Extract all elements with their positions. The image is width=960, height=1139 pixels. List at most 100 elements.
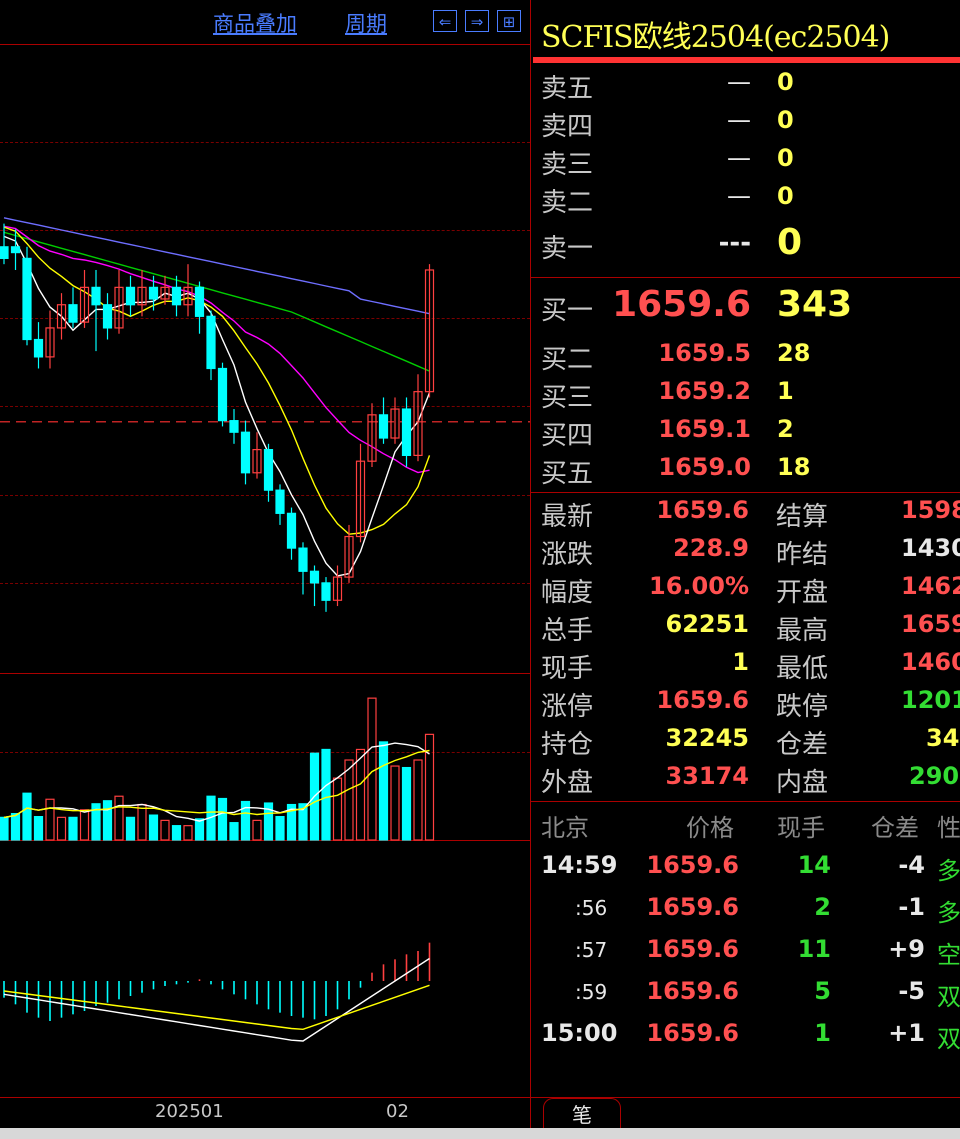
bid-label: 买二: [541, 345, 594, 375]
tick-type: 双: [937, 983, 960, 1011]
candle-body: [401, 408, 412, 457]
bid-price: 1659.6: [612, 284, 751, 325]
stat-value: 1659.6: [656, 686, 749, 714]
overlay-link[interactable]: 商品叠加: [213, 8, 297, 38]
tick-header-volume: 现手: [777, 814, 825, 842]
volume-bar: [229, 822, 239, 841]
window-toggle-icon[interactable]: ⊞: [497, 10, 521, 32]
candle-body: [206, 315, 216, 370]
volume-chart[interactable]: [0, 674, 530, 841]
ask-label: 卖四: [541, 112, 594, 142]
volume-bar: [114, 795, 124, 841]
stat-label: 现手: [541, 654, 594, 684]
tick-price: 1659.6: [646, 893, 739, 921]
stat-label: 幅度: [541, 578, 594, 608]
tick-type: 双: [937, 1025, 960, 1053]
bid-label: 买三: [541, 383, 594, 413]
ask-price: ---: [718, 228, 751, 258]
stat-value: 228.9: [673, 534, 749, 562]
macd-dea-line: [3, 984, 430, 1031]
ma60-line: [3, 217, 430, 315]
bid-row: 买四 1659.1 2: [531, 415, 960, 453]
candle-body: [263, 449, 274, 491]
stat-label: 外盘: [541, 768, 594, 798]
volume-bar: [0, 816, 9, 841]
ask-label: 卖一: [541, 234, 594, 264]
stat-value: 62251: [665, 610, 750, 638]
tick-oi: +1: [888, 1019, 925, 1047]
scroll-right-icon[interactable]: ⇒: [465, 10, 489, 32]
tick-row: :59 1659.6 5 -5 双: [531, 977, 960, 1015]
kline-chart-area[interactable]: 商品叠加 周期 ⇐ ⇒ ⊞ 202501 02: [0, 0, 530, 1139]
ask-label: 卖二: [541, 188, 594, 218]
volume-bar: [194, 818, 205, 841]
bid-row: 买五 1659.0 18: [531, 453, 960, 491]
x-axis-label: 202501: [155, 1101, 224, 1122]
stat-value: 1598: [901, 496, 960, 524]
tick-oi: -1: [898, 893, 925, 921]
volume-bar: [275, 816, 285, 841]
bid-label: 买一: [541, 296, 594, 326]
tick-row: :56 1659.6 2 -1 多: [531, 893, 960, 931]
bid-price: 1659.5: [658, 339, 751, 367]
tick-volume: 14: [797, 851, 831, 879]
volume-bar: [424, 733, 435, 841]
candle-body: [194, 286, 205, 317]
macd-chart[interactable]: [0, 841, 530, 1097]
candle-body: [229, 420, 239, 433]
volume-bar: [321, 748, 331, 841]
ask-price: —: [727, 144, 751, 172]
chart-toolbar: 商品叠加 周期 ⇐ ⇒ ⊞: [0, 0, 530, 44]
candle-body: [102, 304, 113, 329]
tick-oi: +9: [888, 935, 925, 963]
stat-value: 1: [732, 648, 749, 676]
volume-bar: [401, 766, 412, 841]
stat-label: 开盘: [776, 578, 829, 608]
stat-value: 1462: [901, 572, 960, 600]
candle-body: [286, 512, 297, 549]
stat-value: 16.00%: [649, 572, 749, 600]
ma10-line: [3, 226, 431, 535]
volume-bar: [217, 797, 228, 841]
stat-row: 持仓 32245 仓差 345: [531, 724, 960, 762]
candle-body: [309, 570, 320, 584]
tick-time: :57: [575, 938, 608, 962]
separator: [531, 492, 960, 493]
candle-body: [321, 582, 331, 601]
contract-title: SCFIS欧线2504(ec2504): [541, 20, 890, 55]
ask-price: —: [727, 68, 751, 96]
volume-bar: [102, 800, 113, 841]
bid-volume: 28: [777, 339, 811, 367]
tick-row: 14:59 1659.6 14 -4 多: [531, 851, 960, 889]
scroll-left-icon[interactable]: ⇐: [433, 10, 457, 32]
stat-value: 1201: [901, 686, 960, 714]
stat-label: 最新: [541, 502, 594, 532]
price-chart[interactable]: [0, 44, 530, 664]
stat-row: 现手 1 最低 1460: [531, 648, 960, 686]
stat-label: 仓差: [776, 730, 829, 760]
stat-row: 涨跌 228.9 昨结 1430: [531, 534, 960, 572]
stat-row: 幅度 16.00% 开盘 1462: [531, 572, 960, 610]
ask-volume: 0: [777, 106, 794, 134]
bid-price: 1659.1: [658, 415, 751, 443]
bid-row: 买二 1659.5 28: [531, 339, 960, 377]
stat-row: 涨停 1659.6 跌停 1201: [531, 686, 960, 724]
candle-body: [378, 414, 389, 439]
candle-body: [240, 431, 251, 474]
tick-row: 15:00 1659.6 1 +1 双: [531, 1019, 960, 1057]
tab-ticks[interactable]: 笔: [543, 1098, 621, 1131]
status-strip: [0, 1128, 960, 1139]
ask-label: 卖三: [541, 150, 594, 180]
candle-body: [22, 257, 32, 341]
tick-header-price: 价格: [686, 814, 734, 842]
ask-volume: 0: [777, 222, 803, 263]
bid-label: 买五: [541, 459, 594, 489]
bid-label: 买四: [541, 421, 594, 451]
tick-volume: 2: [814, 893, 831, 921]
stat-label: 最高: [776, 616, 829, 646]
ask-row: 卖四 — 0: [531, 106, 960, 144]
stat-label: 内盘: [776, 768, 829, 798]
volume-bar: [22, 792, 32, 841]
period-link[interactable]: 周期: [345, 8, 387, 38]
bid-row: 买一 1659.6 343: [531, 284, 960, 334]
